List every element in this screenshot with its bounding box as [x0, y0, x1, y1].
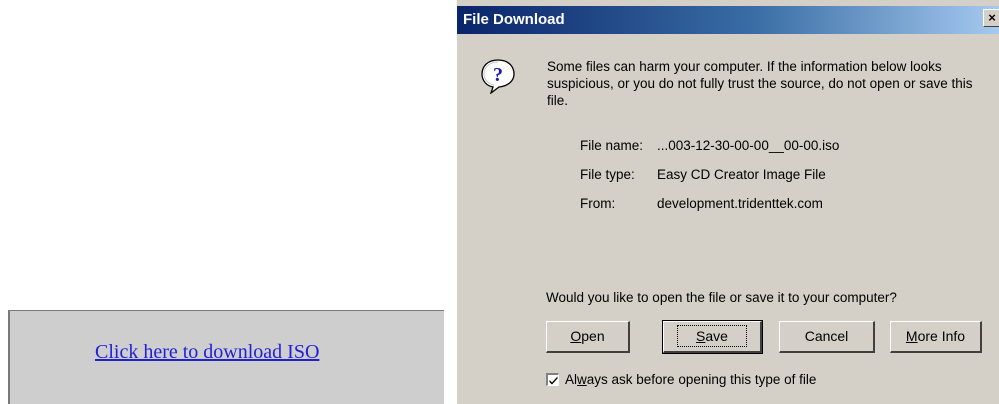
more-info-button[interactable]: More Info	[890, 321, 982, 353]
close-button[interactable]: ×	[983, 9, 999, 27]
always-ask-checkbox[interactable]	[546, 373, 559, 386]
file-type-row: File type: Easy CD Creator Image File	[580, 167, 826, 182]
file-type-value: Easy CD Creator Image File	[657, 167, 826, 182]
warning-message: Some files can harm your computer. If th…	[547, 59, 973, 108]
file-download-dialog: File Download × ? Some files can harm yo…	[455, 0, 999, 404]
save-focus-rect: Save	[677, 325, 747, 347]
download-iso-link[interactable]: Click here to download ISO	[95, 341, 319, 364]
file-name-value: ...003-12-30-00-00__00-00.iso	[657, 138, 840, 153]
cancel-button[interactable]: Cancel	[779, 321, 875, 353]
file-type-label: File type:	[580, 167, 635, 182]
from-row: From: development.tridenttek.com	[580, 196, 823, 211]
file-name-label: File name:	[580, 138, 644, 153]
checkmark-icon	[549, 376, 558, 385]
dialog-titlebar[interactable]: File Download ×	[457, 6, 999, 34]
from-value: development.tridenttek.com	[657, 196, 823, 211]
dialog-title: File Download	[463, 11, 565, 28]
save-button[interactable]: Save	[662, 320, 763, 354]
open-button[interactable]: Open	[546, 321, 630, 353]
always-ask-option[interactable]: Always ask before opening this type of f…	[546, 372, 816, 387]
question-icon: ?	[481, 59, 515, 94]
from-label: From:	[580, 196, 616, 211]
file-name-row: File name: ...003-12-30-00-00__00-00.iso	[580, 138, 839, 153]
close-icon: ×	[988, 10, 996, 25]
web-page-panel: Click here to download ISO	[8, 310, 444, 404]
svg-text:?: ?	[493, 64, 503, 86]
open-or-save-question: Would you like to open the file or save …	[546, 290, 897, 305]
